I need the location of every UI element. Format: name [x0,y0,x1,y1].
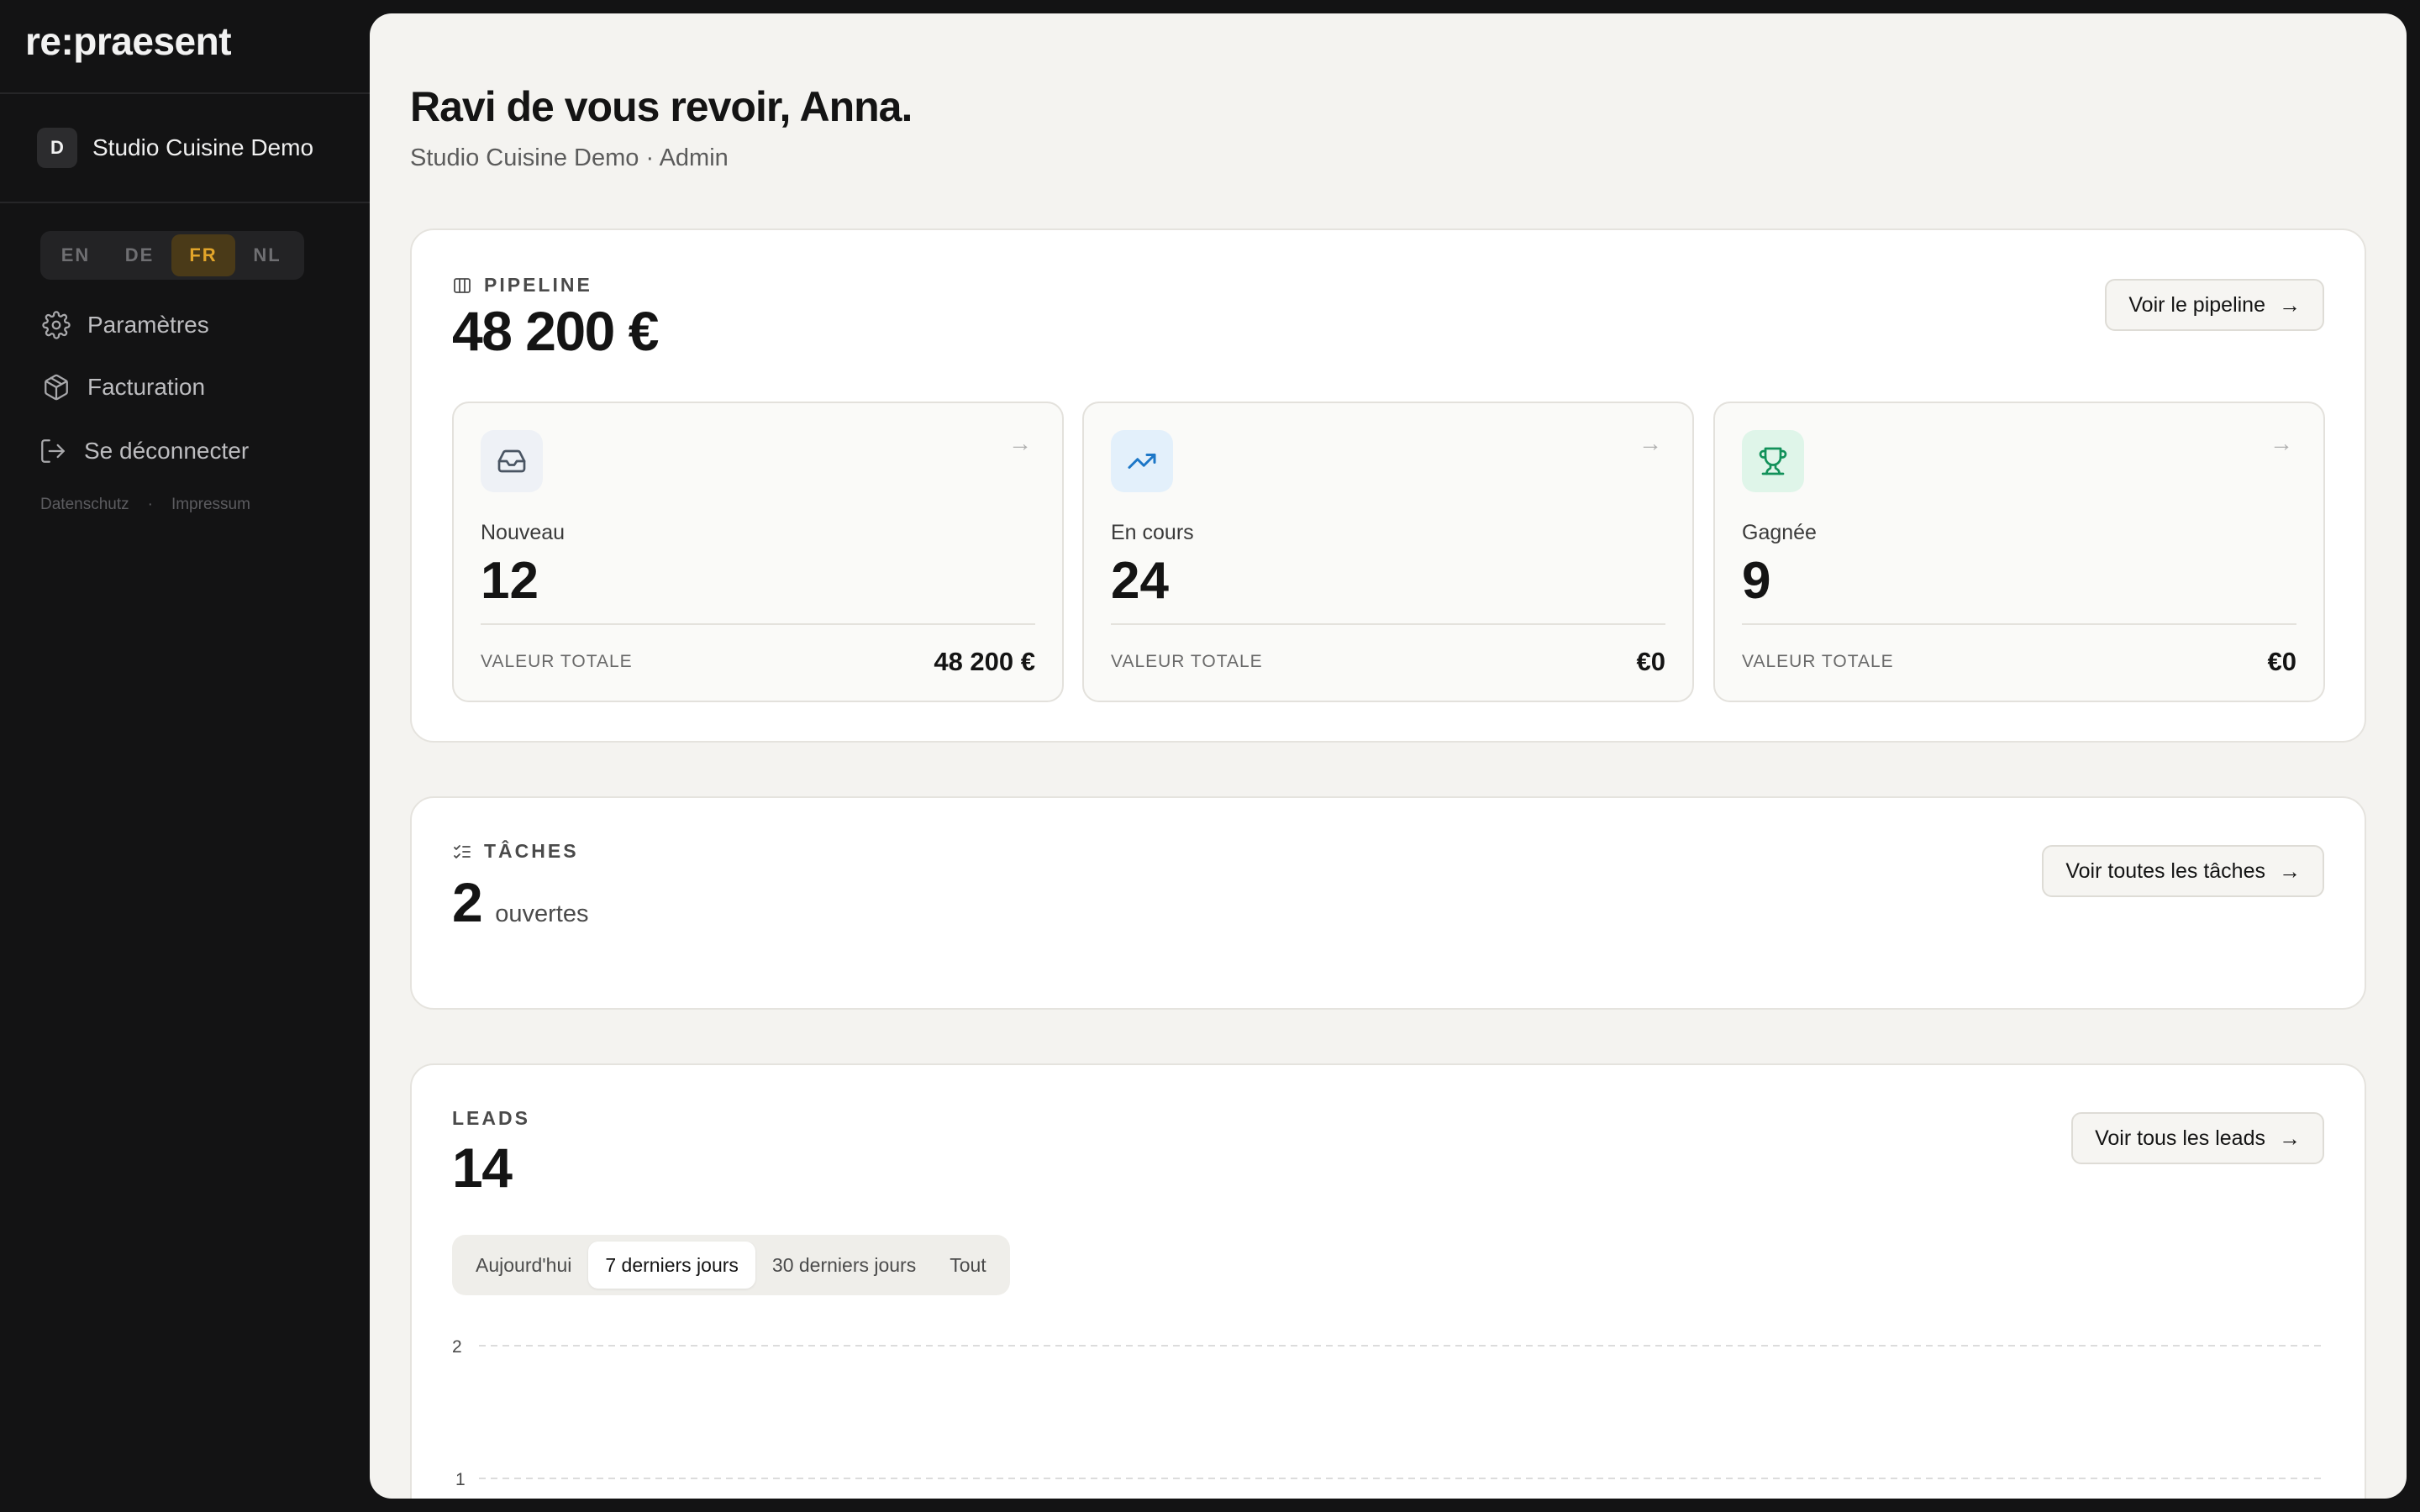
stage-total-value: €0 [1636,647,1665,676]
stage-count: 12 [481,552,539,610]
view-pipeline-label: Voir le pipeline [2128,292,2265,317]
stage-card-en-cours[interactable]: → En cours 24 VALEUR TOTALE €0 [1082,402,1694,702]
arrow-right-icon: → [1008,430,1032,456]
view-pipeline-button[interactable]: Voir le pipeline → [2105,279,2324,331]
tab-30-days[interactable]: 30 derniers jours [755,1242,933,1289]
pipeline-label-text: PIPELINE [484,274,592,296]
pipeline-label: PIPELINE [452,274,592,297]
sidebar-divider [0,92,370,94]
tab-all[interactable]: Tout [933,1242,1002,1289]
sidebar-divider [0,202,370,203]
trending-up-icon [1128,454,1156,469]
stage-count: 24 [1111,552,1169,610]
lang-en[interactable]: EN [44,234,108,276]
columns-icon [454,277,471,293]
view-all-tasks-label: Voir toutes les tâches [2065,858,2265,883]
stage-total-label: VALEUR TOTALE [481,652,633,671]
list-checks-icon [454,844,471,858]
stage-divider [481,623,1035,625]
view-all-leads-label: Voir tous les leads [2095,1126,2265,1150]
language-switcher: EN DE FR NL [40,231,304,280]
footer-separator: · [147,496,153,513]
stage-total-label: VALEUR TOTALE [1111,652,1263,671]
trophy-icon [1759,447,1787,475]
tasks-label: TÂCHES [452,840,579,863]
pipeline-card: PIPELINE 48 200 € Voir le pipeline → → N… [410,228,2366,743]
stage-label: Gagnée [1742,521,1817,544]
view-all-leads-button[interactable]: Voir tous les leads → [2071,1112,2324,1164]
arrow-right-icon: → [2270,430,2293,456]
nav-item-logout[interactable]: Se déconnecter [39,437,249,465]
stage-total-value: 48 200 € [934,647,1035,676]
stage-card-nouveau[interactable]: → Nouveau 12 VALEUR TOTALE 48 200 € [452,402,1064,702]
view-all-tasks-button[interactable]: Voir toutes les tâches → [2042,845,2324,897]
page-title: Ravi de vous revoir, Anna. [410,83,913,130]
org-name: Studio Cuisine Demo [92,134,314,160]
org-avatar: D [37,128,77,168]
nav-item-facturation[interactable]: Facturation [42,373,205,402]
tab-7-days[interactable]: 7 derniers jours [588,1242,755,1289]
leads-label: LEADS [452,1107,530,1129]
package-icon [45,374,68,401]
stage-label: En cours [1111,521,1194,544]
tasks-label-text: TÂCHES [484,840,579,862]
arrow-right-icon: → [1639,430,1662,456]
lang-de[interactable]: DE [108,234,171,276]
stage-card-gagnee[interactable]: → Gagnée 9 VALEUR TOTALE €0 [1713,402,2325,702]
stage-icon-bg [1111,430,1173,492]
arrow-right-icon: → [2279,1125,2301,1151]
sidebar: re:praesent D Studio Cuisine Demo EN DE … [0,0,370,1512]
lang-nl[interactable]: NL [235,234,299,276]
pipeline-total: 48 200 € [452,300,659,362]
logout-icon [41,439,65,463]
gear-icon [42,311,71,339]
org-switcher[interactable]: D Studio Cuisine Demo [37,128,313,168]
nav-item-label: Facturation [87,374,206,400]
inbox-icon [497,449,526,473]
tasks-count: 2 [452,871,483,933]
stage-icon-bg [481,430,543,492]
nav-item-label: Se déconnecter [84,438,250,464]
nav-item-label: Paramètres [87,312,209,338]
tab-today[interactable]: Aujourd'hui [459,1242,588,1289]
stage-label: Nouveau [481,521,566,544]
leads-count: 14 [452,1137,513,1199]
stage-divider [1742,623,2296,625]
link-datenschutz[interactable]: Datenschutz [40,496,129,514]
leads-card: LEADS 14 Voir tous les leads → Aujourd'h… [410,1063,2366,1499]
arrow-right-icon: → [2279,858,2301,884]
app-logo[interactable]: re:praesent [25,18,232,64]
link-impressum[interactable]: Impressum [171,496,250,514]
page-subtitle: Studio Cuisine Demo · Admin [410,144,729,171]
stage-total-label: VALEUR TOTALE [1742,652,1894,671]
date-range-tabs: Aujourd'hui 7 derniers jours 30 derniers… [452,1235,1010,1295]
tasks-suffix: ouvertes [495,900,589,927]
stage-divider [1111,623,1665,625]
arrow-right-icon: → [2279,291,2301,318]
y-tick-label: 2 [452,1337,462,1357]
main-panel: Ravi de vous revoir, Anna. Studio Cuisin… [370,13,2407,1499]
stage-icon-bg [1742,430,1804,492]
y-tick-label: 1 [455,1470,466,1489]
nav-item-parametres[interactable]: Paramètres [42,311,209,339]
stage-count: 9 [1742,552,1771,610]
lang-fr[interactable]: FR [171,234,235,276]
tasks-count-row: 2 ouvertes [452,870,588,934]
tasks-card: TÂCHES 2 ouvertes Voir toutes les tâches… [410,796,2366,1010]
footer-links: Datenschutz · Impressum [40,496,250,514]
stage-total-value: €0 [2267,647,2296,676]
leads-chart: 2 1 [452,1337,2323,1489]
